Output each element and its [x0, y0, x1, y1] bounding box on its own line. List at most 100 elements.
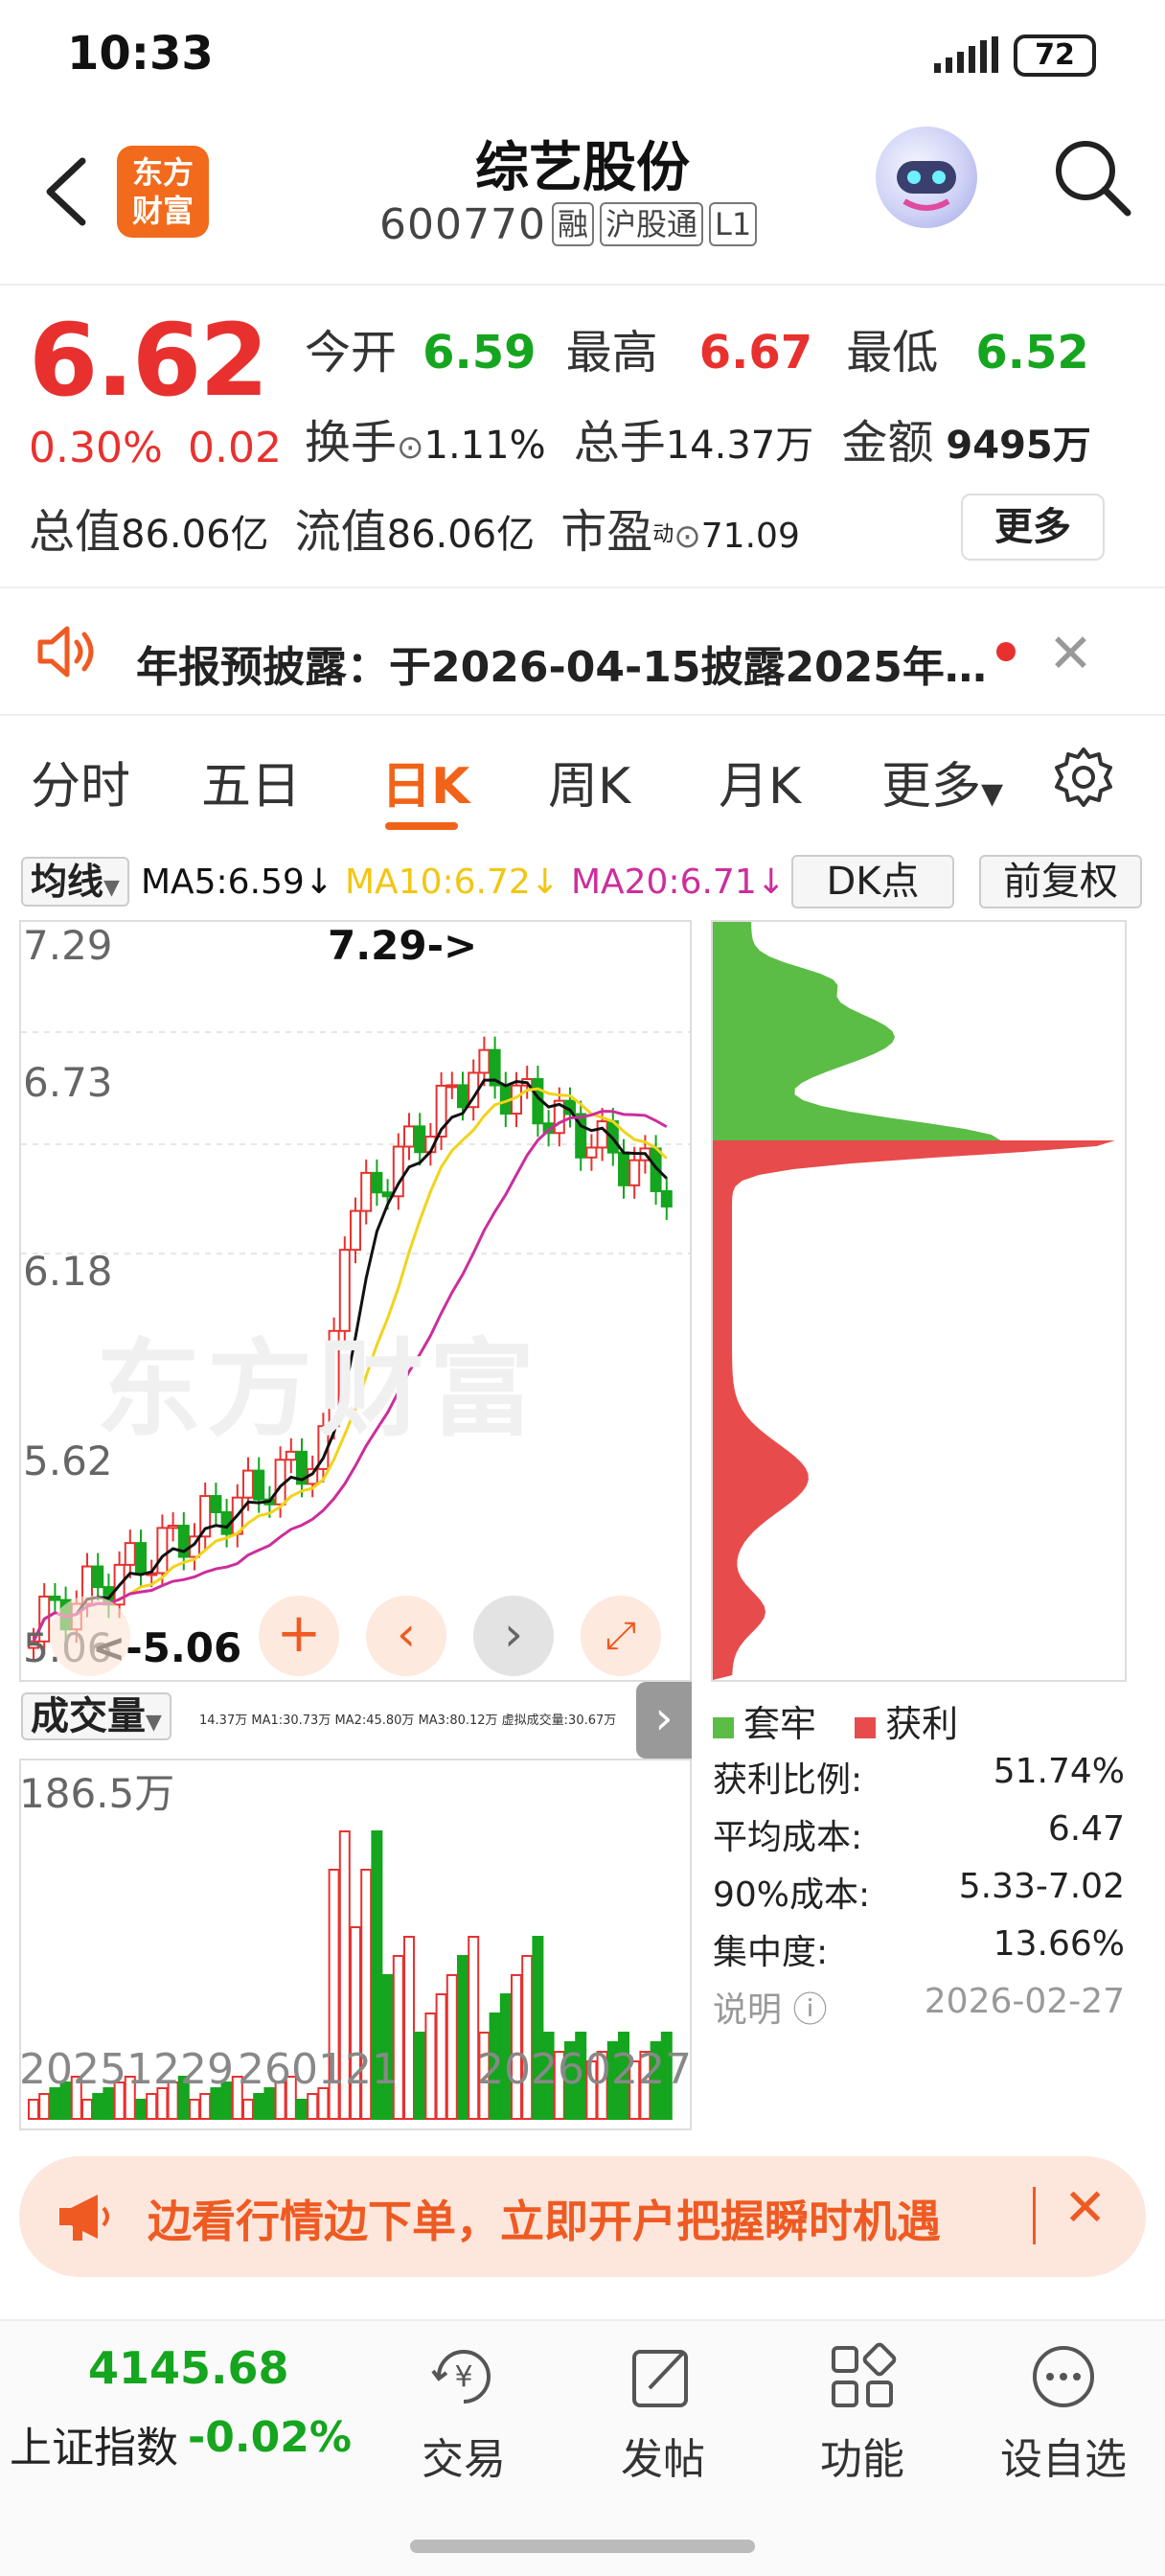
candle-body — [414, 1125, 426, 1154]
mktcap-label: 总值 — [29, 505, 122, 559]
tab-intraday[interactable]: 分时 — [31, 746, 130, 817]
volume-bar — [435, 1993, 447, 2120]
turnover-label: 换手 — [305, 416, 398, 470]
mktcap-value: 86.06亿 — [121, 513, 269, 557]
active-tab-indicator — [385, 822, 458, 830]
candle-body — [92, 1565, 104, 1589]
scroll-left-button[interactable]: ‹ — [366, 1596, 446, 1676]
date-label: 20251229 — [19, 2045, 234, 2094]
low-label: 最低 — [846, 326, 939, 380]
note-date: 2026-02-27 — [924, 1982, 1125, 2021]
amount-value: 9495万 — [946, 424, 1091, 468]
volume-bar — [424, 2012, 437, 2120]
volume-bar — [189, 2099, 200, 2120]
y-label: 7.29 — [23, 922, 113, 969]
candle-body — [135, 1542, 147, 1576]
candle-body — [618, 1151, 629, 1186]
expand-arrow-button[interactable]: › — [636, 1682, 692, 1759]
candle-body — [124, 1542, 136, 1566]
divider — [0, 284, 1165, 286]
dk-point-button[interactable]: DK点 — [791, 855, 954, 908]
volume-bar — [521, 1955, 534, 2120]
gear-icon[interactable] — [1052, 746, 1115, 809]
volume-bar — [403, 1936, 415, 2120]
volume-bar — [135, 2099, 147, 2120]
indicator-select[interactable]: 均线▼ — [21, 857, 129, 907]
locked-chips-area — [713, 922, 1001, 1140]
open-value: 6.59 — [423, 326, 537, 380]
tab-more[interactable]: 更多▼ — [881, 746, 1003, 817]
close-icon[interactable]: ✕ — [1048, 623, 1093, 685]
volume-bar — [296, 2099, 308, 2120]
nav-functions[interactable]: 功能 — [786, 2338, 939, 2486]
kline-chart[interactable] — [19, 920, 692, 1682]
zoom-in-button[interactable]: + — [259, 1596, 339, 1676]
notice-text[interactable]: 年报预披露：于2026-04-15披露2025年… — [136, 632, 987, 694]
nav-post[interactable]: 发帖 — [586, 2338, 740, 2486]
pe-sup: 动 — [652, 522, 674, 547]
tab-daily-k[interactable]: 日K — [381, 746, 469, 817]
ai-assistant-avatar[interactable] — [876, 126, 977, 228]
candle-body — [445, 1084, 458, 1089]
pe-info-icon[interactable]: ⊙ — [674, 518, 701, 556]
high-value: 6.67 — [698, 326, 813, 380]
candle-body — [167, 1525, 179, 1530]
promo-text[interactable]: 边看行情边下单，立即开户把握瞬时机遇 — [148, 2187, 941, 2250]
index-name[interactable]: 上证指数 — [10, 2413, 178, 2474]
note-label[interactable]: 说明 — [713, 1990, 782, 2030]
y-label: 6.18 — [23, 1248, 113, 1295]
candle-body — [660, 1189, 673, 1208]
index-change[interactable]: -0.02% — [188, 2413, 352, 2462]
candle-body — [478, 1048, 491, 1074]
date-label: 20260121 — [236, 2045, 399, 2094]
candle-body — [156, 1527, 169, 1575]
candle-body — [350, 1209, 361, 1252]
chip-distribution-chart[interactable] — [711, 920, 1127, 1682]
ma10-value: MA10:6.72↓ — [345, 862, 560, 902]
fullscreen-button[interactable]: ⤢ — [581, 1596, 661, 1676]
close-icon[interactable]: ✕ — [1063, 2177, 1107, 2238]
grid-icon — [832, 2342, 897, 2407]
chip-note-row[interactable]: 说明 ⓘ 2026-02-27 — [713, 1982, 1125, 2032]
margin-tag: 融 — [551, 202, 594, 246]
volume-bar — [457, 1955, 468, 2120]
volume-bar — [38, 2093, 51, 2120]
volume-select[interactable]: 成交量▼ — [21, 1692, 171, 1740]
more-button[interactable]: 更多 — [961, 494, 1105, 561]
volume-bar — [81, 2099, 93, 2120]
stat-row: 获利比例: 51.74% — [713, 1752, 1125, 1800]
date-label: 20260227 — [477, 2045, 692, 2094]
volume-bar — [414, 2032, 426, 2120]
volume-bar — [307, 2093, 319, 2120]
level-tag: L1 — [709, 202, 758, 246]
tab-monthly-k[interactable]: 月K — [719, 746, 801, 817]
tab-weekly-k[interactable]: 周K — [548, 746, 630, 817]
info-icon[interactable]: ⊙ — [397, 428, 424, 467]
adjust-button[interactable]: 前复权 — [979, 855, 1142, 908]
y-label: 6.73 — [23, 1059, 113, 1106]
volume-value: 14.37万 — [665, 424, 814, 468]
nav-trade[interactable]: ¥ 交易 — [387, 2338, 540, 2486]
connect-tag: 沪股通 — [599, 202, 703, 246]
scroll-right-button[interactable]: › — [473, 1596, 554, 1676]
last-price: 6.62 — [29, 302, 269, 419]
candle-body — [360, 1171, 373, 1212]
info-icon[interactable]: ⓘ — [792, 1990, 827, 2030]
megaphone-icon — [59, 2195, 109, 2241]
index-value[interactable]: 4145.68 — [88, 2342, 289, 2394]
candle-body — [585, 1146, 598, 1159]
nav-add-watchlist[interactable]: 设自选 — [987, 2338, 1140, 2486]
search-icon[interactable] — [1049, 134, 1135, 220]
turnover-value: 1.11% — [423, 424, 546, 468]
ma5-value: MA5:6.59↓ — [140, 862, 333, 902]
volume-label: 总手 — [573, 416, 666, 470]
tab-five-day[interactable]: 五日 — [201, 746, 301, 817]
volume-max-label: 186.5万 — [19, 1770, 175, 1817]
signal-icon — [934, 36, 998, 73]
candle-body — [49, 1595, 61, 1601]
open-label: 今开 — [305, 326, 398, 380]
quote-row-3: 总值86.06亿 流值86.06亿 市盈动⊙71.09 — [29, 494, 800, 561]
volume-bar — [146, 2093, 158, 2120]
zoom-out-button[interactable] — [50, 1596, 130, 1676]
volume-bar — [92, 2093, 104, 2120]
